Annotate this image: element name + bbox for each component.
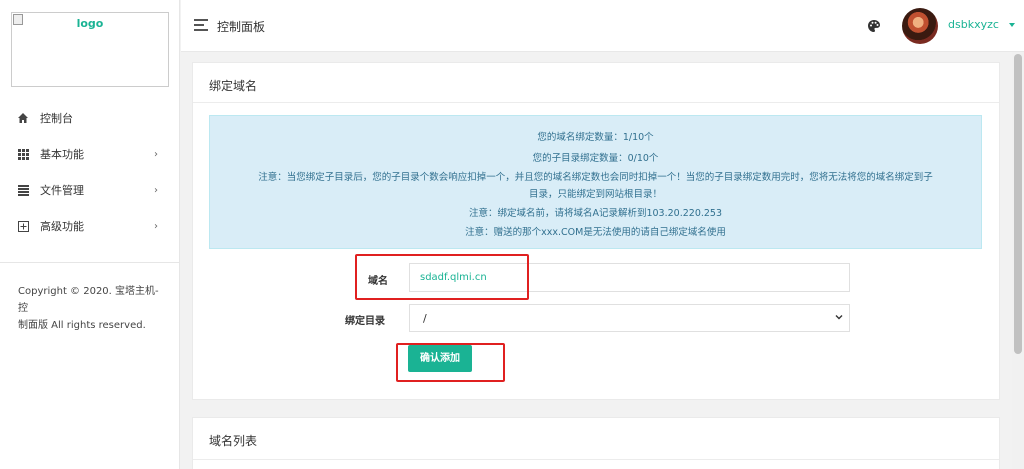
card-title: 域名列表 [209, 434, 258, 448]
scrollbar[interactable] [1012, 52, 1024, 469]
sidebar-item-label: 高级功能 [40, 220, 84, 233]
chevron-right-icon: › [154, 220, 158, 232]
sidebar: logo 控制台 基本功能 › 文件管理 › 高级功能 › Copyright … [0, 0, 180, 469]
chevron-right-icon: › [154, 148, 158, 160]
list-icon [16, 183, 30, 197]
logo-alt-text: logo [76, 17, 104, 30]
alert-line: 您的子目录绑定数量：0/10个 [532, 153, 659, 164]
directory-select-value: / [423, 312, 427, 325]
sidebar-item-label: 控制台 [40, 112, 73, 125]
copyright: Copyright © 2020. 宝塔主机-控 制面版 All rights … [18, 283, 166, 334]
avatar[interactable] [902, 8, 938, 44]
alert-line: 注意：赠送的那个xxx.COM是无法使用的请自己绑定域名使用 [465, 227, 726, 238]
plus-square-icon [16, 219, 30, 233]
logo[interactable]: logo [11, 12, 169, 87]
directory-select[interactable]: / [409, 304, 850, 332]
alert-line: 目录，只能绑定到网站根目录！ [528, 189, 662, 200]
card-divider [193, 102, 999, 103]
scrollbar-thumb[interactable] [1014, 54, 1022, 354]
alert-line: 注意：当您绑定子目录后，您的子目录个数会响应扣掉一个，并且您的域名绑定数也会同时… [258, 172, 933, 183]
username[interactable]: dsbkxyzc [948, 18, 999, 31]
domain-list-card: 域名列表 [192, 417, 1000, 469]
alert-line: 注意：绑定域名前，请将域名A记录解析到103.20.220.253 [468, 208, 723, 219]
sidebar-item-advanced[interactable]: 高级功能 › [0, 208, 180, 244]
sidebar-item-label: 文件管理 [40, 184, 84, 197]
grid-icon [16, 147, 30, 161]
sidebar-item-dashboard[interactable]: 控制台 [0, 100, 180, 136]
top-header: 控制面板 dsbkxyzc [181, 0, 1024, 52]
caret-down-icon[interactable] [1009, 23, 1015, 27]
card-divider [193, 459, 999, 460]
home-icon [16, 111, 30, 125]
highlight-box-domain [355, 254, 529, 300]
sidebar-item-basic[interactable]: 基本功能 › [0, 136, 180, 172]
directory-label: 绑定目录 [345, 316, 385, 327]
palette-icon[interactable] [867, 19, 881, 33]
alert-line: 您的域名绑定数量：1/10个 [537, 132, 654, 143]
info-alert: 您的域名绑定数量：1/10个 您的子目录绑定数量：0/10个 注意：当您绑定子目… [209, 115, 982, 249]
bind-domain-card: 绑定域名 您的域名绑定数量：1/10个 您的子目录绑定数量：0/10个 注意：当… [192, 62, 1000, 400]
chevron-down-icon [835, 315, 843, 320]
sidebar-item-files[interactable]: 文件管理 › [0, 172, 180, 208]
menu-toggle-icon[interactable] [194, 19, 208, 31]
sidebar-divider [0, 262, 180, 263]
chevron-right-icon: › [154, 184, 158, 196]
highlight-box-button [396, 343, 505, 382]
card-title: 绑定域名 [209, 79, 258, 93]
copyright-line: Copyright © 2020. 宝塔主机-控 [18, 286, 159, 314]
sidebar-item-label: 基本功能 [40, 148, 84, 161]
copyright-line: 制面版 All rights reserved. [18, 320, 146, 331]
page-title: 控制面板 [217, 20, 266, 34]
